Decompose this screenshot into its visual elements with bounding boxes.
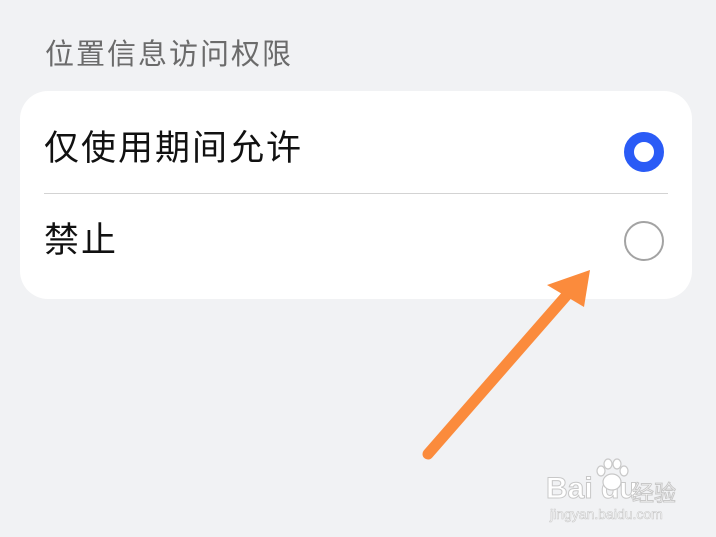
paw-icon <box>596 458 629 491</box>
arrow-pointer-icon <box>422 270 590 460</box>
watermark-url: jingyan.baidu.com <box>550 506 663 523</box>
baidu-jingyan-watermark: Bai du 经验 jingyan.baidu.com <box>546 458 696 528</box>
watermark-suffix: 经验 <box>631 482 677 508</box>
